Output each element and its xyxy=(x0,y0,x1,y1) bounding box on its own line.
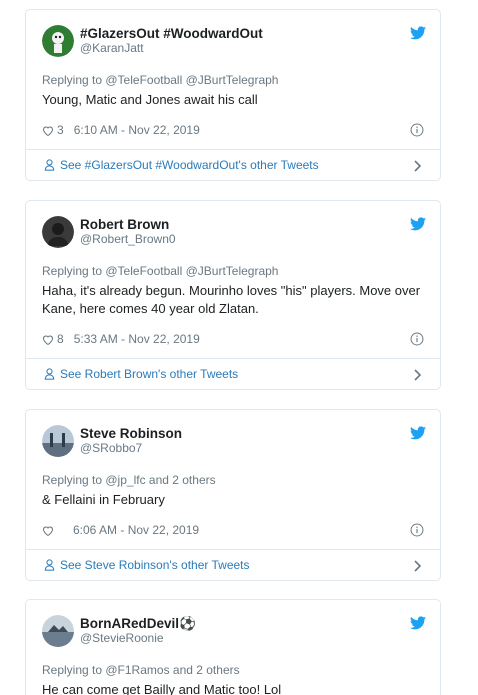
info-icon[interactable] xyxy=(410,523,424,537)
tweet-text: & Fellaini in February xyxy=(42,492,165,507)
person-icon xyxy=(44,159,55,171)
chevron-right-icon[interactable] xyxy=(414,160,422,172)
tweet-text: Haha, it's already begun. Mourinho loves… xyxy=(42,283,421,316)
reply-context[interactable]: Replying to @jp_lfc and 2 others xyxy=(42,472,424,488)
tweet-header: #GlazersOut #WoodwardOut @KaranJatt xyxy=(42,22,424,60)
reply-context[interactable]: Replying to @F1Ramos and 2 others xyxy=(42,662,424,678)
user-handle[interactable]: @SRobbo7 xyxy=(80,441,182,456)
avatar[interactable] xyxy=(42,615,74,647)
like-count[interactable]: 8 xyxy=(57,332,64,346)
tweet-text: He can come get Bailly and Matic too! Lo… xyxy=(42,682,282,695)
avatar[interactable] xyxy=(42,216,74,248)
chevron-right-icon[interactable] xyxy=(414,560,422,572)
tweet-card[interactable]: Steve Robinson @SRobbo7 Replying to @jp_… xyxy=(25,409,441,581)
timestamp[interactable]: 5:33 AM - Nov 22, 2019 xyxy=(74,332,200,346)
timestamp[interactable]: 6:06 AM - Nov 22, 2019 xyxy=(73,523,199,537)
like-count[interactable]: 3 xyxy=(57,123,64,137)
reply-context[interactable]: Replying to @TeleFootball @JBurtTelegrap… xyxy=(42,72,424,88)
heart-icon[interactable] xyxy=(42,125,54,136)
timestamp[interactable]: 6:10 AM - Nov 22, 2019 xyxy=(74,123,200,137)
tweet-header: Robert Brown @Robert_Brown0 xyxy=(42,213,424,251)
display-name[interactable]: BornARedDevil⚽ xyxy=(80,616,196,631)
tweet-meta: 3 6:10 AM - Nov 22, 2019 xyxy=(42,119,424,141)
see-other-tweets-label[interactable]: See #GlazersOut #WoodwardOut's other Twe… xyxy=(60,158,319,172)
display-name[interactable]: #GlazersOut #WoodwardOut xyxy=(80,26,263,41)
info-icon[interactable] xyxy=(410,332,424,346)
person-icon xyxy=(44,559,55,571)
tweet-header: Steve Robinson @SRobbo7 xyxy=(42,422,424,460)
tweet-meta: 6:06 AM - Nov 22, 2019 xyxy=(42,519,424,541)
see-other-tweets-link[interactable]: See Robert Brown's other Tweets xyxy=(26,358,440,389)
tweet-card[interactable]: Robert Brown @Robert_Brown0 Replying to … xyxy=(25,200,441,390)
display-name[interactable]: Robert Brown xyxy=(80,217,176,232)
twitter-bird-icon[interactable] xyxy=(410,616,426,630)
heart-icon[interactable] xyxy=(42,334,54,345)
person-icon xyxy=(44,368,55,380)
avatar[interactable] xyxy=(42,25,74,57)
info-icon[interactable] xyxy=(410,123,424,137)
twitter-bird-icon[interactable] xyxy=(410,426,426,440)
user-handle[interactable]: @StevieRoonie xyxy=(80,631,196,646)
see-other-tweets-link[interactable]: See #GlazersOut #WoodwardOut's other Twe… xyxy=(26,149,440,180)
heart-icon[interactable] xyxy=(42,525,54,536)
tweet-text: Young, Matic and Jones await his call xyxy=(42,92,258,107)
tweet-card[interactable]: BornARedDevil⚽ @StevieRoonie Replying to… xyxy=(25,599,441,695)
avatar[interactable] xyxy=(42,425,74,457)
twitter-bird-icon[interactable] xyxy=(410,217,426,231)
tweet-header: BornARedDevil⚽ @StevieRoonie xyxy=(42,612,424,650)
chevron-right-icon[interactable] xyxy=(414,369,422,381)
see-other-tweets-link[interactable]: See Steve Robinson's other Tweets xyxy=(26,549,440,580)
see-other-tweets-label[interactable]: See Robert Brown's other Tweets xyxy=(60,367,238,381)
see-other-tweets-label[interactable]: See Steve Robinson's other Tweets xyxy=(60,558,250,572)
tweet-meta: 8 5:33 AM - Nov 22, 2019 xyxy=(42,328,424,350)
tweet-card[interactable]: #GlazersOut #WoodwardOut @KaranJatt Repl… xyxy=(25,9,441,181)
user-handle[interactable]: @KaranJatt xyxy=(80,41,263,56)
display-name[interactable]: Steve Robinson xyxy=(80,426,182,441)
twitter-bird-icon[interactable] xyxy=(410,26,426,40)
reply-context[interactable]: Replying to @TeleFootball @JBurtTelegrap… xyxy=(42,263,424,279)
user-handle[interactable]: @Robert_Brown0 xyxy=(80,232,176,247)
